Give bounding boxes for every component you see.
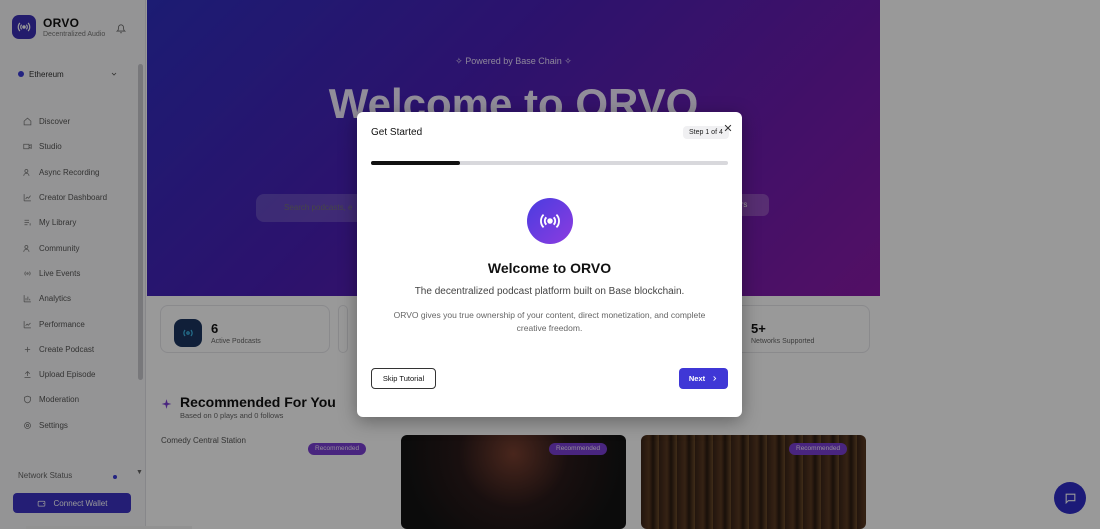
- skip-tutorial-button[interactable]: Skip Tutorial: [371, 368, 436, 389]
- modal-title: Get Started: [371, 127, 423, 138]
- step-badge: Step 1 of 4: [683, 126, 729, 139]
- close-icon[interactable]: [723, 120, 733, 132]
- onboarding-modal: Get Started Step 1 of 4 Welcome to ORVO …: [357, 112, 742, 417]
- next-button[interactable]: Next: [679, 368, 728, 389]
- chevron-right-icon: [711, 375, 718, 382]
- progress-fill: [371, 161, 461, 165]
- modal-heading: Welcome to ORVO: [487, 260, 612, 276]
- broadcast-icon: [527, 198, 573, 244]
- progress-bar: [371, 161, 728, 165]
- modal-detail: ORVO gives you true ownership of your co…: [393, 310, 706, 333]
- next-label: Next: [688, 374, 706, 383]
- modal-description: The decentralized podcast platform built…: [414, 286, 685, 297]
